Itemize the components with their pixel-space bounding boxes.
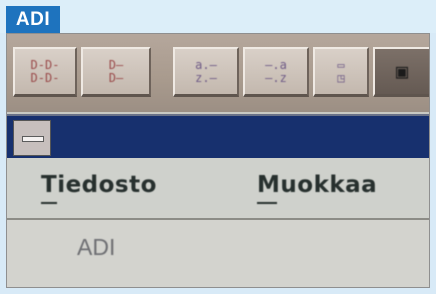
- record-list-button[interactable]: D— D—: [81, 47, 151, 97]
- sort-descending-button[interactable]: —.a —.z: [243, 47, 309, 97]
- merge-records-icon: D-D- D-D-: [30, 57, 60, 85]
- record-list-icon: D— D—: [108, 57, 124, 85]
- merge-records-button[interactable]: D-D- D-D-: [13, 47, 77, 97]
- sort-ascending-icon: a.— z.—: [195, 57, 217, 85]
- menu-file[interactable]: Tiedosto: [41, 172, 157, 206]
- menu-bar: Tiedosto Muokkaa: [7, 158, 429, 220]
- caption-bar: ADI: [0, 0, 436, 33]
- system-menu-button[interactable]: [13, 120, 51, 156]
- caption-badge: ADI: [6, 6, 60, 33]
- window-title-bar: [7, 114, 429, 160]
- menu-edit-label: Muokkaa: [257, 172, 378, 198]
- sort-descending-icon: —.a —.z: [265, 57, 287, 85]
- sort-ascending-button[interactable]: a.— z.—: [173, 47, 239, 97]
- screen-photo: D-D- D-D- D— D— a.— z.— —.a —.z ▭ ◳ ▣ Ti…: [6, 33, 430, 288]
- document-label: ADI: [77, 234, 116, 260]
- system-menu-icon: [22, 136, 44, 142]
- window-icon: ▣: [395, 59, 409, 83]
- document-area: [7, 220, 429, 287]
- toolbar: D-D- D-D- D— D— a.— z.— —.a —.z ▭ ◳ ▣: [7, 34, 429, 112]
- menu-edit-underline: [257, 202, 277, 204]
- menu-edit[interactable]: Muokkaa: [257, 172, 377, 206]
- window-button[interactable]: ▣: [373, 47, 429, 97]
- find-icon: ▭ ◳: [337, 57, 345, 85]
- find-button[interactable]: ▭ ◳: [313, 47, 369, 97]
- menu-file-label: Tiedosto: [41, 172, 157, 198]
- menu-file-underline: [41, 202, 57, 204]
